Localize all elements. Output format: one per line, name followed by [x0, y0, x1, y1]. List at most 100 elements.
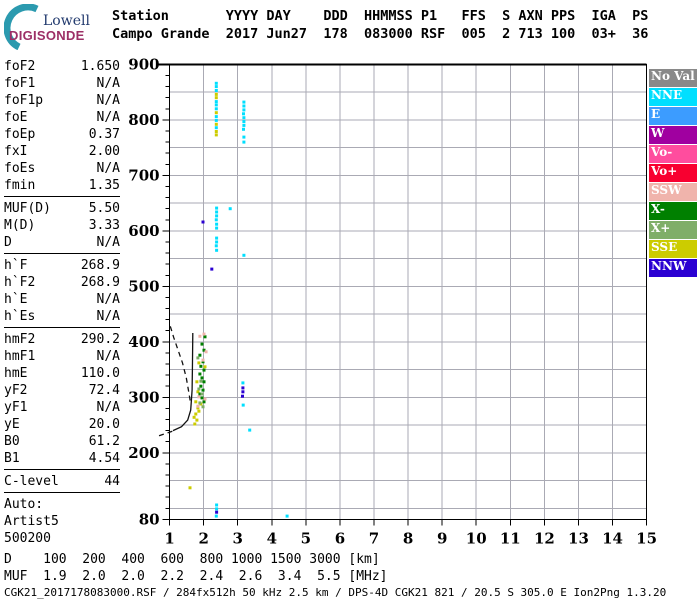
data-point: [242, 253, 246, 257]
param-footer-line: 500200: [4, 531, 51, 546]
param-divider: [4, 327, 120, 328]
data-point: [195, 380, 199, 384]
param-value: 290.2: [80, 332, 120, 347]
param-value: 1.650: [80, 59, 120, 74]
data-point: [203, 397, 207, 401]
data-point: [242, 116, 246, 120]
ionogram-app: 900 800 700 600 500 400 300 200 80 1 2 3 4 5 6 7 8 9 10 11 1…: [0, 0, 700, 600]
x-axis-label: 2: [198, 529, 208, 547]
data-point: [214, 85, 218, 89]
param-value: 110.0: [80, 366, 120, 381]
param-divider: [4, 469, 120, 470]
param-value: N/A: [96, 235, 120, 250]
data-point: [214, 92, 218, 96]
param-row: h`Es N/A: [4, 308, 120, 325]
d-row: D 100 200 400 600 800 1000 1500 3000 [km…: [4, 552, 380, 567]
data-point: [242, 135, 246, 139]
lowell-digisonde-logo: Lowell DIGISONDE: [4, 4, 110, 50]
params-panel: foF2 1.650 foF1 N/A foF1p N/A foE N/A foEp 0.37 fx…: [4, 58, 120, 547]
param-divider: [4, 492, 120, 493]
legend-item-x: X-: [649, 202, 697, 220]
data-point: [204, 350, 208, 354]
param-row: D N/A: [4, 234, 120, 251]
data-point: [214, 133, 218, 137]
param-row: hmE 110.0: [4, 365, 120, 382]
param-row: foEp 0.37: [4, 126, 120, 143]
param-row: fmin 1.35: [4, 177, 120, 194]
param-divider: [4, 253, 120, 254]
data-point: [195, 418, 199, 422]
legend-item-e: E: [649, 107, 697, 125]
data-point: [199, 379, 203, 383]
param-value: 44: [104, 474, 120, 489]
axes: 900800700600500400300200801 2 3 4 5 6 7 8 9 10 11 1…: [128, 55, 657, 547]
param-value: N/A: [96, 349, 120, 364]
data-point: [242, 120, 246, 124]
data-point: [214, 122, 218, 126]
x-axis-label: 4: [267, 529, 277, 547]
data-point: [214, 81, 218, 85]
data-point: [214, 107, 218, 111]
muf-row: MUF 1.9 2.0 2.0 2.2 2.4 2.6 3.4 5.5 [MHz…: [4, 569, 388, 584]
param-row: C-level 44: [4, 473, 120, 490]
x-axis-label: 9: [437, 529, 447, 547]
param-row: foE N/A: [4, 109, 120, 126]
data-point: [203, 365, 207, 369]
x-axis-label: 13: [568, 529, 589, 547]
param-value: N/A: [96, 292, 120, 307]
logo-arc-icon: [4, 4, 39, 50]
data-point: [194, 400, 198, 404]
param-footer-line: Artist5: [4, 514, 59, 529]
param-value: N/A: [96, 309, 120, 324]
param-label: C-level: [4, 474, 59, 489]
data-point: [214, 130, 218, 133]
data-point: [214, 96, 218, 100]
param-row: hmF1 N/A: [4, 348, 120, 365]
data-point: [285, 514, 289, 518]
param-row: h`E N/A: [4, 291, 120, 308]
x-axis-label: 7: [369, 529, 379, 547]
data-point: [203, 335, 207, 339]
y-axis-label: 80: [139, 510, 160, 528]
data-point: [197, 361, 201, 365]
param-value: N/A: [96, 110, 120, 125]
param-label: M(D): [4, 218, 36, 233]
data-point: [228, 207, 232, 211]
series-sse: [188, 92, 218, 490]
param-label: h`F2: [4, 275, 36, 290]
data-point: [201, 405, 205, 409]
data-point: [241, 390, 245, 394]
x-axis-label: 15: [636, 529, 657, 547]
logo-line2: DIGISONDE: [9, 28, 85, 43]
data-point: [199, 364, 203, 368]
legend-item-sse: SSE: [649, 240, 697, 258]
data-point: [214, 111, 218, 115]
data-point: [201, 220, 205, 224]
data-point: [198, 372, 202, 376]
param-value: 4.54: [88, 451, 120, 466]
data-point: [215, 236, 219, 240]
data-point: [214, 100, 218, 104]
data-point: [199, 384, 203, 388]
param-row: h`F2 268.9: [4, 274, 120, 291]
data-point: [215, 240, 219, 244]
data-point: [242, 123, 246, 127]
param-divider: [4, 196, 120, 197]
data-point: [201, 358, 205, 362]
y-axis-label: 900: [128, 55, 159, 73]
param-label: foF1: [4, 76, 36, 91]
param-label: foF2: [4, 59, 36, 74]
data-point: [198, 334, 202, 338]
data-point: [241, 386, 245, 390]
param-value: N/A: [96, 93, 120, 108]
param-label: foEs: [4, 161, 36, 176]
param-row: yF2 72.4: [4, 382, 120, 399]
param-label: fxI: [4, 144, 28, 159]
data-point: [200, 392, 204, 396]
logo-line1: Lowell: [43, 13, 90, 29]
x-axis-label: 6: [335, 529, 345, 547]
param-label: hmE: [4, 366, 28, 381]
param-value: 20.0: [88, 417, 120, 432]
data-point: [215, 214, 219, 218]
data-point: [202, 400, 206, 404]
